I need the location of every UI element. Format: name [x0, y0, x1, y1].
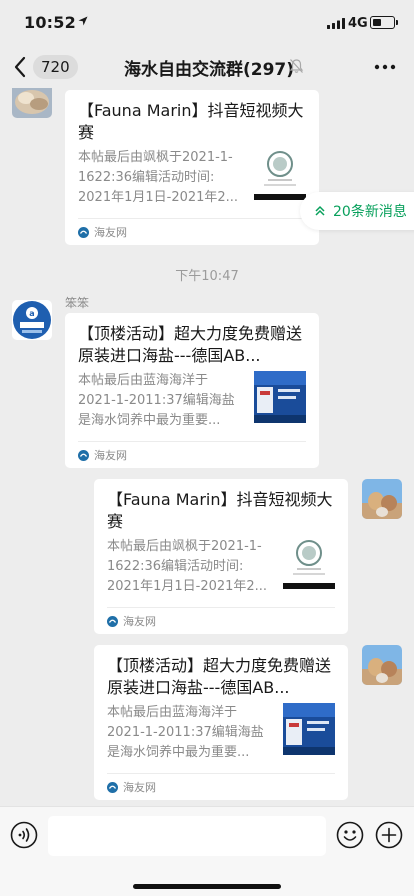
chat-title: 海水自由交流群(297)	[124, 60, 295, 80]
card-thumbnail	[254, 371, 306, 423]
status-bar: 10:52 4G	[0, 0, 414, 46]
card-desc-line: 2021年1月1日-2021年2...	[107, 579, 268, 594]
site-logo-icon	[78, 226, 89, 238]
card-title: 【Fauna Marin】抖音短视频大赛	[78, 101, 304, 142]
card-desc-line: 是海水饲养中最为重要...	[107, 745, 250, 760]
link-card[interactable]: 【顶楼活动】超大力度免费赠送原装进口海盐---德国AB... 本帖最后由蓝海海洋…	[94, 645, 348, 800]
battery-level	[372, 18, 382, 26]
card-desc-line: 1622:36编辑活动时间:	[107, 559, 244, 574]
site-logo-icon	[107, 781, 118, 793]
card-desc-line: 本帖最后由飒枫于2021-1-	[78, 150, 233, 165]
card-desc-line: 1622:36编辑活动时间:	[78, 170, 215, 185]
signal-icon	[327, 18, 345, 29]
location-arrow-icon	[78, 16, 88, 26]
card-desc-line: 本帖最后由飒枫于2021-1-	[107, 539, 262, 554]
card-source: 海友网	[107, 608, 335, 634]
card-source: 海友网	[78, 442, 306, 468]
card-title: 【Fauna Marin】抖音短视频大赛	[107, 490, 333, 531]
link-card[interactable]: 【Fauna Marin】抖音短视频大赛 本帖最后由飒枫于2021-1- 162…	[94, 479, 348, 634]
battery-icon	[370, 16, 395, 29]
site-logo-icon	[107, 615, 118, 627]
card-desc-line: 是海水饲养中最为重要...	[78, 413, 221, 428]
svg-text:a: a	[29, 309, 34, 318]
card-desc-line: 本帖最后由蓝海海洋于	[107, 705, 238, 720]
card-source: 海友网	[107, 774, 335, 800]
network-type: 4G	[348, 16, 368, 31]
back-icon[interactable]	[12, 55, 28, 79]
plus-icon[interactable]	[375, 821, 403, 849]
card-description: 本帖最后由蓝海海洋于 2021-1-2011:37编辑海盐 是海水饲养中最为重要…	[78, 371, 250, 431]
card-source-label: 海友网	[123, 781, 156, 794]
new-messages-button[interactable]: 20条新消息	[300, 192, 414, 230]
card-desc-line: 本帖最后由蓝海海洋于	[78, 373, 209, 388]
new-messages-label: 20条新消息	[333, 204, 407, 220]
unread-count-badge[interactable]: 720	[33, 55, 78, 79]
link-card[interactable]: 【Fauna Marin】抖音短视频大赛 本帖最后由飒枫于2021-1- 162…	[65, 90, 319, 245]
card-source: 海友网	[78, 219, 306, 245]
card-thumbnail	[283, 537, 335, 589]
sender-name: 笨笨	[65, 296, 90, 310]
emoji-icon[interactable]	[336, 821, 364, 849]
card-source-label: 海友网	[94, 226, 127, 239]
voice-icon[interactable]	[10, 821, 38, 849]
avatar[interactable]	[362, 479, 402, 519]
status-time: 10:52	[24, 13, 76, 32]
card-title: 【顶楼活动】超大力度免费赠送原装进口海盐---德国AB...	[107, 656, 332, 697]
nav-bar: 720 海水自由交流群(297)	[0, 46, 414, 88]
avatar[interactable]	[12, 88, 52, 118]
more-icon[interactable]	[374, 64, 396, 70]
mute-bell-icon	[289, 59, 304, 73]
avatar[interactable]: a	[12, 300, 52, 340]
link-card[interactable]: 【顶楼活动】超大力度免费赠送原装进口海盐---德国AB... 本帖最后由蓝海海洋…	[65, 313, 319, 468]
message-input[interactable]	[48, 816, 326, 856]
card-source-label: 海友网	[123, 615, 156, 628]
card-desc-line: 2021-1-2011:37编辑海盐	[107, 725, 264, 740]
card-desc-line: 2021年1月1日-2021年2...	[78, 190, 239, 205]
card-desc-line: 2021-1-2011:37编辑海盐	[78, 393, 235, 408]
card-description: 本帖最后由飒枫于2021-1- 1622:36编辑活动时间: 2021年1月1日…	[78, 148, 250, 208]
battery-tip	[396, 20, 398, 25]
input-bar	[0, 806, 414, 896]
card-thumbnail	[283, 703, 335, 755]
chat-area[interactable]: 【Fauna Marin】抖音短视频大赛 本帖最后由飒枫于2021-1- 162…	[0, 88, 414, 806]
card-description: 本帖最后由蓝海海洋于 2021-1-2011:37编辑海盐 是海水饲养中最为重要…	[107, 703, 279, 763]
chevron-up-icon	[315, 205, 325, 216]
avatar[interactable]	[362, 645, 402, 685]
time-divider: 下午10:47	[175, 269, 239, 284]
card-thumbnail	[254, 148, 306, 200]
card-source-label: 海友网	[94, 449, 127, 462]
home-indicator	[133, 884, 281, 889]
site-logo-icon	[78, 449, 89, 461]
card-description: 本帖最后由飒枫于2021-1- 1622:36编辑活动时间: 2021年1月1日…	[107, 537, 279, 597]
card-title: 【顶楼活动】超大力度免费赠送原装进口海盐---德国AB...	[78, 324, 303, 365]
